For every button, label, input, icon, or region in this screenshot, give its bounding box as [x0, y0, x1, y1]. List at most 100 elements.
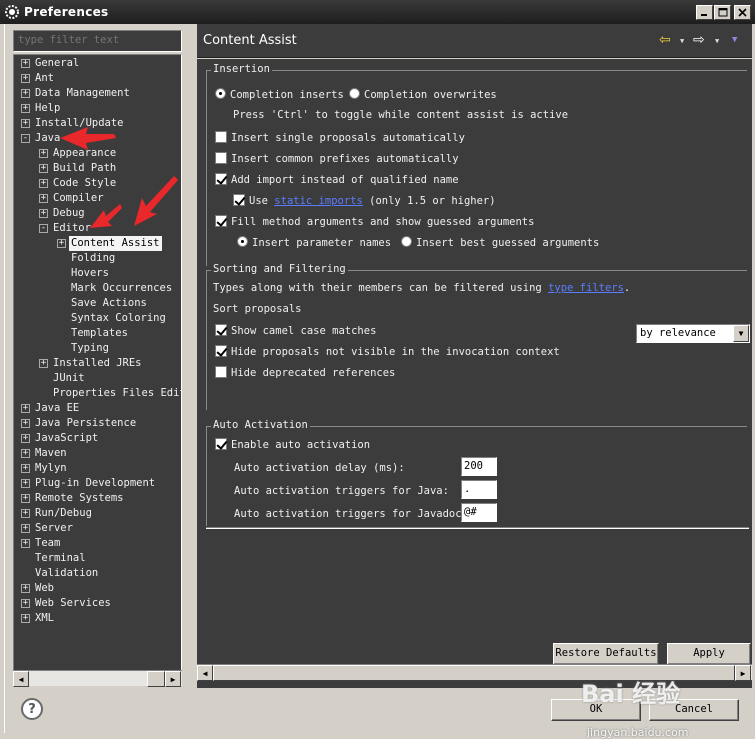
- tree-item[interactable]: + Build Path: [14, 161, 181, 176]
- tree-item[interactable]: + Maven: [14, 446, 181, 461]
- expand-icon[interactable]: +: [21, 509, 30, 518]
- tree-item[interactable]: + Java EE: [14, 401, 181, 416]
- tree-item[interactable]: Properties Files Edit: [14, 386, 181, 401]
- tree-item[interactable]: Validation: [14, 566, 181, 581]
- expand-icon[interactable]: +: [21, 404, 30, 413]
- hide-not-visible-checkbox[interactable]: Hide proposals not visible in the invoca…: [215, 345, 560, 359]
- tree-item[interactable]: + Run/Debug: [14, 506, 181, 521]
- tree-item[interactable]: + Appearance: [14, 146, 181, 161]
- expand-icon[interactable]: +: [21, 89, 30, 98]
- expand-icon[interactable]: +: [21, 614, 30, 623]
- expand-icon[interactable]: +: [21, 59, 30, 68]
- expand-icon[interactable]: +: [21, 539, 30, 548]
- tree-horizontal-scrollbar[interactable]: ◀ ▶: [13, 670, 182, 687]
- collapse-icon[interactable]: -: [21, 134, 30, 143]
- tree-item[interactable]: - Editor: [14, 221, 181, 236]
- scroll-left-button[interactable]: ◀: [197, 665, 213, 681]
- tree-item[interactable]: + Team: [14, 536, 181, 551]
- tree-item[interactable]: Hovers: [14, 266, 181, 281]
- add-import-checkbox[interactable]: Add import instead of qualified name: [215, 173, 459, 187]
- tree-item[interactable]: + Remote Systems: [14, 491, 181, 506]
- scroll-thumb-grip[interactable]: [147, 671, 165, 687]
- chevron-down-icon[interactable]: ▼: [733, 325, 749, 342]
- tree-item[interactable]: + Ant: [14, 71, 181, 86]
- tree-item[interactable]: + Code Style: [14, 176, 181, 191]
- tree-item[interactable]: - Java: [14, 131, 181, 146]
- tree-item[interactable]: Save Actions: [14, 296, 181, 311]
- tree-item[interactable]: Syntax Coloring: [14, 311, 181, 326]
- tree-item[interactable]: + Plug-in Development: [14, 476, 181, 491]
- static-imports-link[interactable]: static imports: [274, 195, 363, 207]
- delay-input[interactable]: 200: [461, 457, 497, 476]
- tree-item[interactable]: + Web Services: [14, 596, 181, 611]
- tree-item[interactable]: + Mylyn: [14, 461, 181, 476]
- expand-icon[interactable]: +: [21, 449, 30, 458]
- scroll-right-button[interactable]: ▶: [165, 671, 181, 687]
- expand-icon[interactable]: +: [39, 209, 48, 218]
- tree-item[interactable]: + General: [14, 56, 181, 71]
- tree-item[interactable]: + Data Management: [14, 86, 181, 101]
- type-filters-link[interactable]: type filters: [548, 282, 624, 294]
- insert-best-guessed-radio[interactable]: Insert best guessed arguments: [401, 236, 599, 250]
- expand-icon[interactable]: +: [39, 194, 48, 203]
- common-prefixes-checkbox[interactable]: Insert common prefixes automatically: [215, 152, 459, 166]
- expand-icon[interactable]: +: [21, 479, 30, 488]
- tree-item[interactable]: + Content Assist: [14, 236, 181, 251]
- close-button[interactable]: [734, 5, 751, 20]
- apply-button[interactable]: Apply: [667, 643, 751, 665]
- expand-icon[interactable]: +: [21, 599, 30, 608]
- back-menu-icon[interactable]: ▼: [680, 37, 684, 45]
- use-static-imports-checkbox[interactable]: Use static imports (only 1.5 or higher): [233, 194, 496, 208]
- tree-item[interactable]: JUnit: [14, 371, 181, 386]
- expand-icon[interactable]: +: [39, 179, 48, 188]
- expand-icon[interactable]: +: [21, 419, 30, 428]
- tree-item[interactable]: + Compiler: [14, 191, 181, 206]
- tree-item[interactable]: + Installed JREs: [14, 356, 181, 371]
- expand-icon[interactable]: +: [39, 164, 48, 173]
- scroll-left-button[interactable]: ◀: [13, 671, 29, 687]
- tree-item[interactable]: + Server: [14, 521, 181, 536]
- filter-field[interactable]: [13, 30, 182, 52]
- expand-icon[interactable]: +: [39, 359, 48, 368]
- restore-defaults-button[interactable]: Restore Defaults: [553, 643, 659, 665]
- tree-item[interactable]: + Web: [14, 581, 181, 596]
- forward-arrow-icon[interactable]: ⇨: [693, 33, 705, 47]
- collapse-icon[interactable]: -: [39, 224, 48, 233]
- view-menu-icon[interactable]: ▼: [732, 35, 737, 45]
- insert-parameter-names-radio[interactable]: Insert parameter names: [237, 236, 391, 250]
- sort-proposals-select[interactable]: by relevance ▼: [636, 324, 750, 343]
- tree-item[interactable]: Folding: [14, 251, 181, 266]
- expand-icon[interactable]: +: [21, 104, 30, 113]
- expand-icon[interactable]: +: [57, 239, 66, 248]
- tree-item[interactable]: Typing: [14, 341, 181, 356]
- tree-item[interactable]: Templates: [14, 326, 181, 341]
- back-arrow-icon[interactable]: ⇦: [659, 33, 671, 47]
- tree-item[interactable]: + JavaScript: [14, 431, 181, 446]
- expand-icon[interactable]: +: [39, 149, 48, 158]
- completion-inserts-radio[interactable]: Completion inserts: [215, 88, 344, 102]
- java-triggers-input[interactable]: .: [461, 480, 497, 499]
- forward-menu-icon[interactable]: ▼: [715, 37, 719, 45]
- maximize-button[interactable]: [714, 5, 731, 20]
- minimize-button[interactable]: [696, 5, 713, 20]
- tree-item[interactable]: + Java Persistence: [14, 416, 181, 431]
- scroll-thumb[interactable]: [29, 671, 147, 686]
- tree-item[interactable]: + Install/Update: [14, 116, 181, 131]
- single-proposals-checkbox[interactable]: Insert single proposals automatically: [215, 131, 465, 145]
- preferences-tree[interactable]: + General + Ant + Data Management + Help + Instal…: [13, 54, 182, 685]
- expand-icon[interactable]: +: [21, 584, 30, 593]
- enable-auto-activation-checkbox[interactable]: Enable auto activation: [215, 438, 370, 452]
- filter-input[interactable]: [18, 34, 158, 46]
- completion-overwrites-radio[interactable]: Completion overwrites: [349, 88, 497, 102]
- expand-icon[interactable]: +: [21, 434, 30, 443]
- help-icon[interactable]: ?: [21, 698, 43, 720]
- tree-item[interactable]: Mark Occurrences: [14, 281, 181, 296]
- expand-icon[interactable]: +: [21, 524, 30, 533]
- expand-icon[interactable]: +: [21, 119, 30, 128]
- scroll-right-button[interactable]: ▶: [735, 665, 751, 681]
- tree-item[interactable]: Terminal: [14, 551, 181, 566]
- expand-icon[interactable]: +: [21, 464, 30, 473]
- tree-item[interactable]: + Debug: [14, 206, 181, 221]
- javadoc-triggers-input[interactable]: @#: [461, 503, 497, 522]
- tree-item[interactable]: + XML: [14, 611, 181, 626]
